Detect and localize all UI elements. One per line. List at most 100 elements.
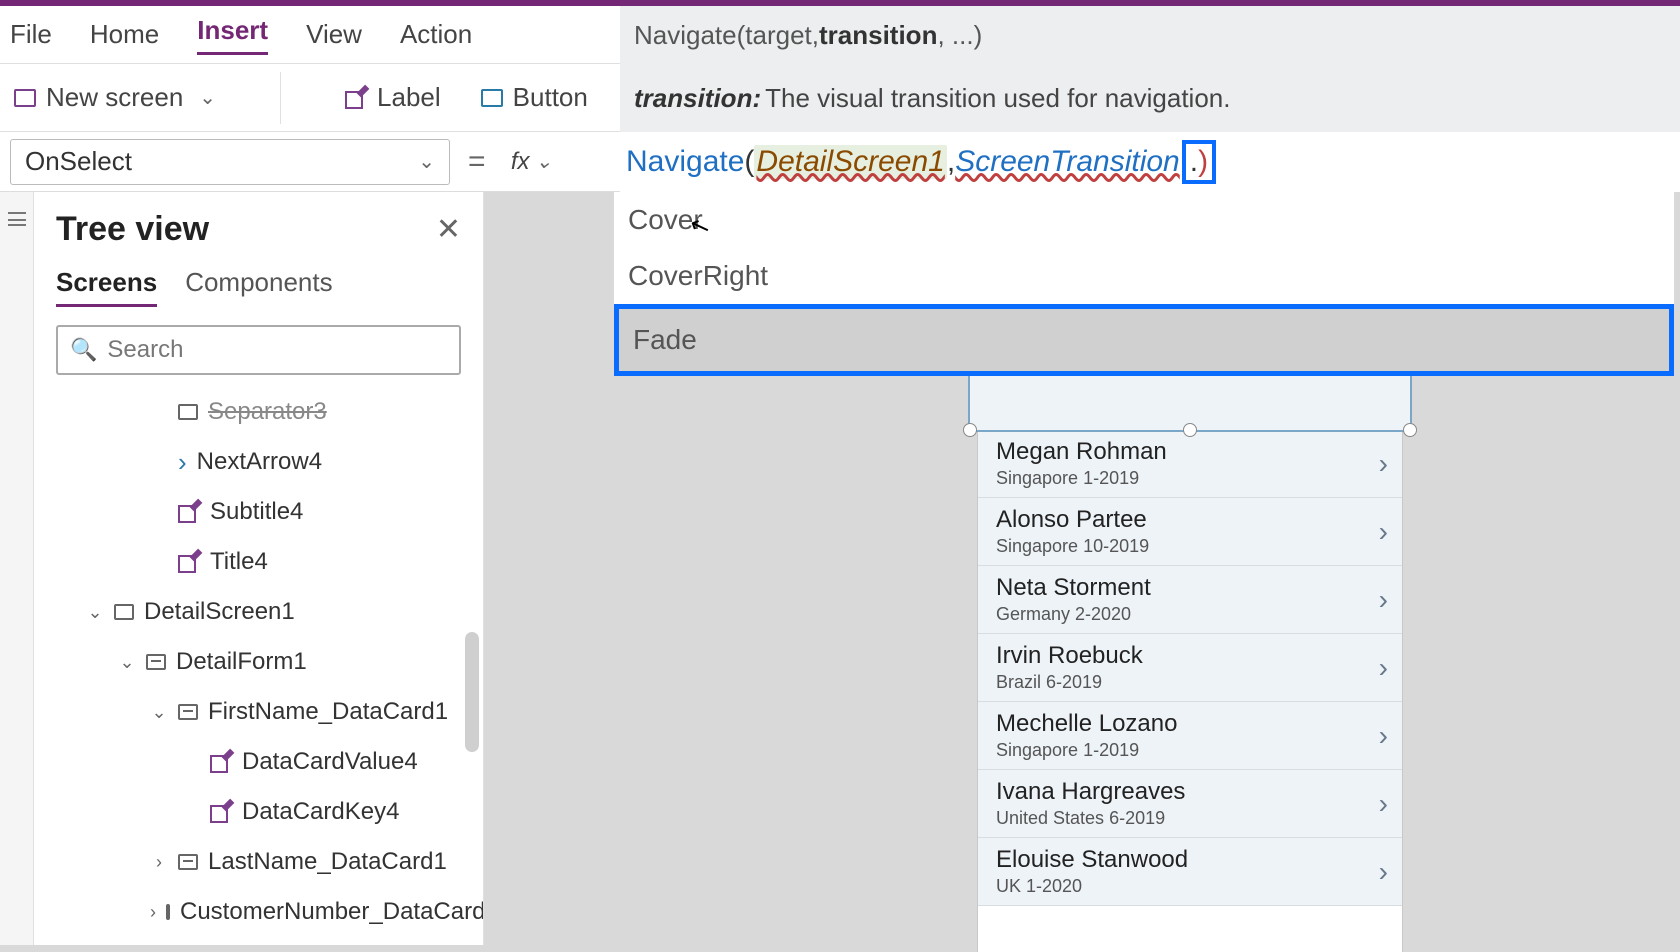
property-selector[interactable]: OnSelect ⌄ bbox=[10, 139, 450, 185]
param-description: transition: The visual transition used f… bbox=[620, 64, 1680, 132]
tree-node[interactable]: Title4 bbox=[34, 537, 483, 587]
form-icon bbox=[178, 704, 198, 720]
tree-node-label: Subtitle4 bbox=[210, 498, 303, 526]
row-subtitle: United States 6-2019 bbox=[996, 808, 1185, 829]
new-screen-button[interactable]: New screen ⌄ bbox=[14, 82, 216, 113]
chevron-down-icon[interactable]: ⌄ bbox=[86, 602, 104, 623]
row-title: Neta Storment bbox=[996, 574, 1151, 602]
signature-help: Navigate(target, transition, ...) bbox=[620, 6, 1680, 64]
tree-view-panel: Tree view ✕ Screens Components 🔍 Search … bbox=[34, 192, 484, 945]
tree-node-label: FirstName_DataCard1 bbox=[208, 698, 448, 726]
chevron-right-icon[interactable]: › bbox=[1379, 516, 1388, 548]
tree-node-label: DataCardKey4 bbox=[242, 798, 399, 826]
intel-item-cover[interactable]: Cover bbox=[614, 192, 1674, 248]
menu-view[interactable]: View bbox=[306, 19, 362, 50]
row-title: Alonso Partee bbox=[996, 506, 1149, 534]
chevron-right-icon[interactable]: › bbox=[1379, 448, 1388, 480]
label-icon bbox=[178, 501, 200, 523]
param-name: transition: bbox=[634, 83, 761, 114]
button-button[interactable]: Button bbox=[481, 82, 588, 113]
row-title: Ivana Hargreaves bbox=[996, 778, 1185, 806]
tree-node[interactable]: Separator3 bbox=[34, 387, 483, 437]
equals-sign: = bbox=[468, 145, 486, 179]
label-text: Label bbox=[377, 82, 441, 113]
chevron-right-icon[interactable]: › bbox=[1379, 788, 1388, 820]
tree-node-label: Separator3 bbox=[208, 398, 327, 426]
menu-home[interactable]: Home bbox=[90, 19, 159, 50]
fx-button[interactable]: fx⌄ bbox=[504, 139, 560, 185]
tree-node[interactable]: ⌄ DetailScreen1 bbox=[34, 587, 483, 637]
gallery-row[interactable]: Neta StormentGermany 2-2020 › bbox=[978, 566, 1402, 634]
tok-fn: Navigate bbox=[626, 145, 744, 179]
row-subtitle: Singapore 1-2019 bbox=[996, 468, 1167, 489]
resize-handle[interactable] bbox=[963, 423, 977, 437]
tok-arg2: ScreenTransition bbox=[955, 145, 1180, 179]
row-subtitle: Singapore 1-2019 bbox=[996, 740, 1177, 761]
tree-node[interactable]: ›LastName_DataCard1 bbox=[34, 837, 483, 887]
row-subtitle: Singapore 10-2019 bbox=[996, 536, 1149, 557]
chevron-right-icon[interactable]: › bbox=[150, 902, 156, 923]
sig-pre: (target, bbox=[737, 20, 819, 51]
fx-icon: fx bbox=[511, 148, 530, 176]
tab-screens[interactable]: Screens bbox=[56, 267, 157, 307]
gallery-row[interactable]: Megan RohmanSingapore 1-2019 › bbox=[978, 430, 1402, 498]
tree-scrollbar[interactable] bbox=[465, 632, 479, 752]
chevron-right-icon[interactable]: › bbox=[1379, 720, 1388, 752]
tok-comma: , bbox=[947, 145, 955, 179]
chevron-right-icon[interactable]: › bbox=[1379, 652, 1388, 684]
tree-node[interactable]: ⌄ DetailForm1 bbox=[34, 637, 483, 687]
chevron-down-icon: ⌄ bbox=[199, 85, 216, 110]
search-icon: 🔍 bbox=[70, 337, 97, 363]
tree-node[interactable]: ›NextArrow4 bbox=[34, 437, 483, 487]
tree-node-label: CustomerNumber_DataCard1 bbox=[180, 898, 483, 926]
formula-bar[interactable]: Navigate(DetailScreen1, ScreenTransition… bbox=[620, 132, 1680, 192]
label-button[interactable]: Label bbox=[345, 82, 441, 113]
tree-node[interactable]: › CustomerNumber_DataCard1 bbox=[34, 887, 483, 937]
resize-handle[interactable] bbox=[1183, 423, 1197, 437]
chevron-right-icon[interactable]: › bbox=[150, 852, 168, 873]
new-screen-label: New screen bbox=[46, 82, 183, 113]
chevron-down-icon: ⌄ bbox=[418, 149, 435, 174]
tree-node[interactable]: Subtitle4 bbox=[34, 487, 483, 537]
divider bbox=[280, 72, 281, 124]
tree-node-label: DetailScreen1 bbox=[144, 598, 295, 626]
menu-file[interactable]: File bbox=[10, 19, 52, 50]
property-formula-row: OnSelect ⌄ = fx⌄ Navigate(DetailScreen1,… bbox=[0, 132, 1680, 192]
tab-components[interactable]: Components bbox=[185, 267, 332, 307]
intel-item-coverright[interactable]: CoverRight bbox=[614, 248, 1674, 304]
arrow-icon: › bbox=[178, 447, 187, 478]
screen-icon bbox=[114, 604, 134, 620]
gallery-row[interactable]: Alonso ParteeSingapore 10-2019 › bbox=[978, 498, 1402, 566]
chevron-down-icon[interactable]: ⌄ bbox=[150, 702, 168, 723]
resize-handle[interactable] bbox=[1403, 423, 1417, 437]
rail-tree-icon[interactable] bbox=[8, 212, 26, 226]
label-icon bbox=[178, 551, 200, 573]
row-subtitle: Germany 2-2020 bbox=[996, 604, 1151, 625]
label-icon bbox=[345, 87, 367, 109]
tree-node-label: DetailForm1 bbox=[176, 648, 307, 676]
intel-item-fade-label: Fade bbox=[633, 324, 697, 356]
param-text: The visual transition used for navigatio… bbox=[765, 83, 1230, 114]
gallery-row[interactable]: Ivana HargreavesUnited States 6-2019 › bbox=[978, 770, 1402, 838]
gallery-row[interactable]: Mechelle LozanoSingapore 1-2019 › bbox=[978, 702, 1402, 770]
tree-node[interactable]: DataCardValue4 bbox=[34, 737, 483, 787]
intel-item-fade[interactable]: Fade ↖ bbox=[614, 304, 1674, 376]
chevron-right-icon[interactable]: › bbox=[1379, 584, 1388, 616]
chevron-down-icon[interactable]: ⌄ bbox=[118, 652, 136, 673]
close-icon[interactable]: ✕ bbox=[436, 212, 461, 247]
menu-action[interactable]: Action bbox=[400, 19, 472, 50]
row-title: Megan Rohman bbox=[996, 438, 1167, 466]
tree-node[interactable]: DataCardKey4 bbox=[34, 787, 483, 837]
menu-insert[interactable]: Insert bbox=[197, 15, 268, 55]
gallery-row[interactable]: Elouise StanwoodUK 1-2020› bbox=[978, 838, 1402, 906]
form-icon bbox=[178, 854, 198, 870]
row-title: Elouise Stanwood bbox=[996, 846, 1188, 874]
row-title: Mechelle Lozano bbox=[996, 710, 1177, 738]
tree-search-input[interactable]: 🔍 Search bbox=[56, 325, 461, 375]
tree-node[interactable]: ⌄ FirstName_DataCard1 bbox=[34, 687, 483, 737]
chevron-right-icon[interactable]: › bbox=[1379, 856, 1388, 888]
tree-title: Tree view bbox=[56, 210, 209, 249]
gallery-row[interactable]: Irvin RoebuckBrazil 6-2019› bbox=[978, 634, 1402, 702]
tree-node-label: Title4 bbox=[210, 548, 268, 576]
tree-body[interactable]: Separator3 ›NextArrow4 Subtitle4 Title4 ⌄ Det… bbox=[34, 383, 483, 945]
